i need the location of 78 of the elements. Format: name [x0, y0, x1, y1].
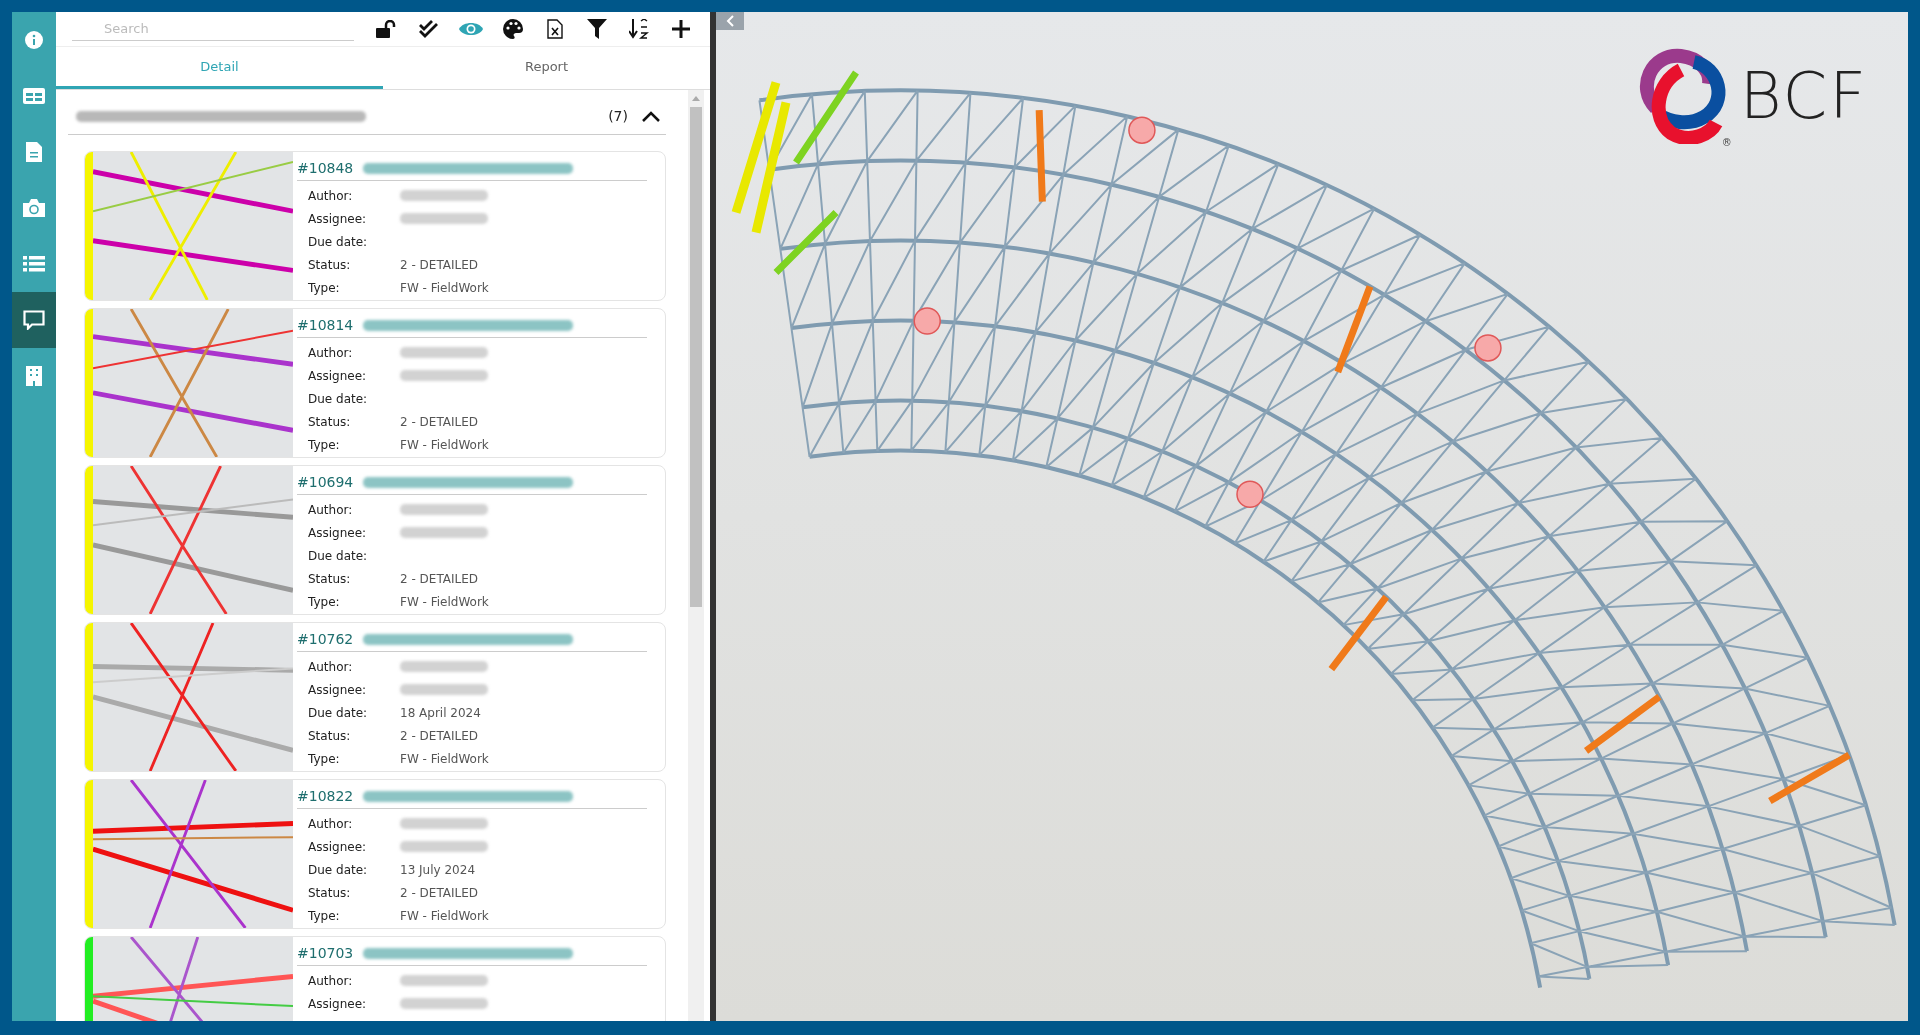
- issue-card[interactable]: #10762 Author: Assignee: Due date: 18 April 2024 Status: 2 - DETAILED Type: FW - FieldWork: [84, 622, 666, 772]
- field-value: 13 July 2024: [400, 862, 476, 877]
- field-label: Author:: [308, 345, 354, 360]
- field-label: Author:: [308, 659, 354, 674]
- field-label: Type:: [308, 908, 341, 923]
- field-value: FW - FieldWork: [400, 594, 489, 609]
- field-label: Status:: [308, 728, 352, 743]
- issue-card[interactable]: #10703 Author: Assignee:: [84, 936, 666, 1021]
- issue-card[interactable]: #10822 Author: Assignee: Due date: 13 July 2024 Status: 2 - DETAILED Type: FW - FieldWork: [84, 779, 666, 929]
- unlock-icon: [376, 20, 398, 38]
- logo-text: BCF: [1739, 59, 1868, 133]
- double-check-icon: [419, 20, 439, 38]
- field-label: Due date:: [308, 391, 369, 406]
- field-label: Assignee:: [308, 525, 368, 540]
- add-icon: [672, 20, 690, 38]
- issue-number[interactable]: #10814: [297, 317, 354, 333]
- spreadsheet-file-icon: [547, 19, 563, 39]
- building-icon: [26, 366, 42, 386]
- info-icon: [25, 31, 43, 49]
- camera-icon: [23, 199, 45, 217]
- field-label: Assignee:: [308, 211, 368, 226]
- field-value: FW - FieldWork: [400, 908, 489, 923]
- document-icon: [26, 142, 42, 162]
- issue-card[interactable]: #10694 Author: Assignee: Due date: Status: 2 - DETAILED Type: FW - FieldWork: [84, 465, 666, 615]
- scrollbar-thumb[interactable]: [690, 107, 702, 607]
- field-label: Due date:: [308, 234, 369, 249]
- field-label: Author:: [308, 188, 354, 203]
- chevron-left-icon: [726, 15, 734, 27]
- field-value: FW - FieldWork: [400, 280, 489, 295]
- collapse-chevron-icon[interactable]: [642, 110, 660, 122]
- field-label: Assignee:: [308, 996, 368, 1011]
- issue-count: (7): [608, 108, 628, 124]
- field-label: Type:: [308, 280, 341, 295]
- scroll-up-icon[interactable]: [692, 96, 700, 101]
- field-value: 2 - DETAILED: [400, 728, 479, 743]
- issue-card[interactable]: #10848 Author: Assignee: Due date: Status: 2 - DETAILED Type: FW - FieldWork: [84, 151, 666, 301]
- field-label: Due date:: [308, 548, 369, 563]
- toolbar-button[interactable]: [584, 16, 610, 42]
- toolbar-button[interactable]: [500, 16, 526, 42]
- field-value: 2 - DETAILED: [400, 414, 479, 429]
- field-label: Assignee:: [308, 682, 368, 697]
- field-label: Assignee:: [308, 368, 368, 383]
- palette-icon: [503, 19, 523, 39]
- list-icon: [23, 256, 45, 272]
- field-label: Status:: [308, 257, 352, 272]
- eye-icon: [459, 21, 483, 37]
- issue-number[interactable]: #10848: [297, 160, 354, 176]
- field-value: 18 April 2024: [400, 705, 481, 720]
- field-label: Due date:: [308, 862, 369, 877]
- field-label: Type:: [308, 437, 341, 452]
- issue-number[interactable]: #10822: [297, 788, 354, 804]
- sort-icon: [629, 19, 649, 39]
- field-label: Status:: [308, 885, 352, 900]
- field-value: 2 - DETAILED: [400, 885, 479, 900]
- issue-card[interactable]: #10814 Author: Assignee: Due date: Status: 2 - DETAILED Type: FW - FieldWork: [84, 308, 666, 458]
- comment-icon: [23, 310, 45, 330]
- field-value: 2 - DETAILED: [400, 571, 479, 586]
- field-label: Status:: [308, 414, 352, 429]
- field-label: Author:: [308, 973, 354, 988]
- field-label: Assignee:: [308, 839, 368, 854]
- collapse-panel-button[interactable]: [716, 12, 744, 30]
- field-label: Type:: [308, 751, 341, 766]
- field-label: Status:: [308, 571, 352, 586]
- field-label: Type:: [308, 594, 341, 609]
- sidebar-item[interactable]: [12, 292, 56, 348]
- filter-icon: [587, 19, 607, 39]
- field-value: FW - FieldWork: [400, 751, 489, 766]
- field-label: Due date:: [308, 705, 369, 720]
- field-label: Author:: [308, 816, 354, 831]
- issue-number[interactable]: #10762: [297, 631, 354, 647]
- field-value: 2 - DETAILED: [400, 257, 479, 272]
- issue-number[interactable]: #10703: [297, 945, 354, 961]
- toolbar-button[interactable]: [626, 16, 652, 42]
- table-icon: [23, 88, 45, 104]
- field-value: FW - FieldWork: [400, 437, 489, 452]
- registered-mark: ®: [1721, 137, 1732, 148]
- field-label: Author:: [308, 502, 354, 517]
- issue-number[interactable]: #10694: [297, 474, 354, 490]
